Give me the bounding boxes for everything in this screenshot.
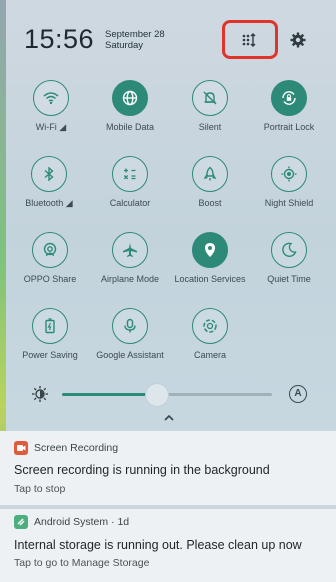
brightness-slider-thumb[interactable] — [146, 384, 168, 406]
tile-mobile-data[interactable]: Mobile Data — [90, 80, 170, 132]
tile-oppo-share[interactable]: OPPO Share — [10, 232, 90, 284]
notification-app-name: Screen Recording — [34, 442, 119, 454]
night-shield-icon — [271, 156, 307, 192]
tile-silent[interactable]: Silent — [170, 80, 250, 132]
tile-order-icon[interactable] — [241, 31, 259, 49]
notification-subtitle: Tap to stop — [14, 483, 66, 495]
wifi-icon — [33, 80, 69, 116]
rotation-lock-icon — [271, 80, 307, 116]
tile-google-assistant[interactable]: Google Assistant — [90, 308, 170, 360]
tile-label: Night Shield — [264, 198, 314, 208]
tile-night-shield[interactable]: Night Shield — [249, 156, 329, 208]
date-text: September 28 — [105, 29, 165, 40]
share-icon — [32, 232, 68, 268]
android-system-icon — [14, 515, 28, 529]
tile-boost[interactable]: Boost — [170, 156, 250, 208]
tile-camera[interactable]: Camera — [170, 308, 250, 360]
auto-brightness-button[interactable]: A — [289, 385, 307, 403]
weekday-text: Saturday — [105, 40, 144, 51]
screen-recording-icon — [14, 441, 28, 455]
tile-label: Bluetooth ◢ — [25, 198, 73, 208]
battery-icon — [32, 308, 68, 344]
tile-label: Power Saving — [22, 350, 78, 360]
tile-label: Wi-Fi ◢ — [35, 122, 67, 132]
boost-icon — [192, 156, 228, 192]
tile-calculator[interactable]: Calculator — [90, 156, 170, 208]
camera-icon — [192, 308, 228, 344]
tile-label: OPPO Share — [23, 274, 77, 284]
notification-android-system[interactable]: Android System · 1d Internal storage is … — [0, 509, 336, 582]
notification-app-name: Android System · 1d — [34, 516, 130, 528]
tile-location-services[interactable]: Location Services — [170, 232, 250, 284]
tile-power-saving[interactable]: Power Saving — [10, 308, 90, 360]
tile-label: Mobile Data — [105, 122, 155, 132]
tile-label: Quiet Time — [267, 274, 311, 284]
tile-label: Boost — [198, 198, 222, 208]
tile-wifi[interactable]: Wi-Fi ◢ — [11, 80, 91, 133]
notification-title: Internal storage is running out. Please … — [14, 538, 302, 552]
tile-portrait-lock[interactable]: Portrait Lock — [249, 80, 329, 132]
silent-icon — [192, 80, 228, 116]
tile-label: Camera — [193, 350, 226, 360]
notification-subtitle: Tap to go to Manage Storage — [14, 557, 150, 569]
notification-title: Screen recording is running in the backg… — [14, 463, 270, 477]
tile-label: Calculator — [109, 198, 151, 208]
calculator-icon — [112, 156, 148, 192]
globe-icon — [112, 80, 148, 116]
tile-label: Silent — [198, 122, 222, 132]
location-icon — [192, 232, 228, 268]
date-display: September 28 Saturday — [105, 29, 165, 51]
bluetooth-icon — [31, 156, 67, 192]
moon-icon — [271, 232, 307, 268]
airplane-icon — [112, 232, 148, 268]
microphone-icon — [112, 308, 148, 344]
tile-label: Location Services — [174, 274, 246, 284]
tile-airplane-mode[interactable]: Airplane Mode — [90, 232, 170, 284]
brightness-slider-fill — [62, 393, 157, 396]
tile-label: Google Assistant — [96, 350, 164, 360]
tile-label: Airplane Mode — [100, 274, 160, 284]
chevron-up-icon[interactable] — [163, 410, 175, 421]
tile-quiet-time[interactable]: Quiet Time — [249, 232, 329, 284]
gear-icon[interactable] — [289, 31, 307, 49]
tile-label: Portrait Lock — [263, 122, 315, 132]
notification-screen-recording[interactable]: Screen Recording Screen recording is run… — [0, 431, 336, 505]
tile-bluetooth[interactable]: Bluetooth ◢ — [9, 156, 89, 209]
clock-time: 15:56 — [24, 24, 95, 54]
brightness-icon — [31, 385, 49, 403]
